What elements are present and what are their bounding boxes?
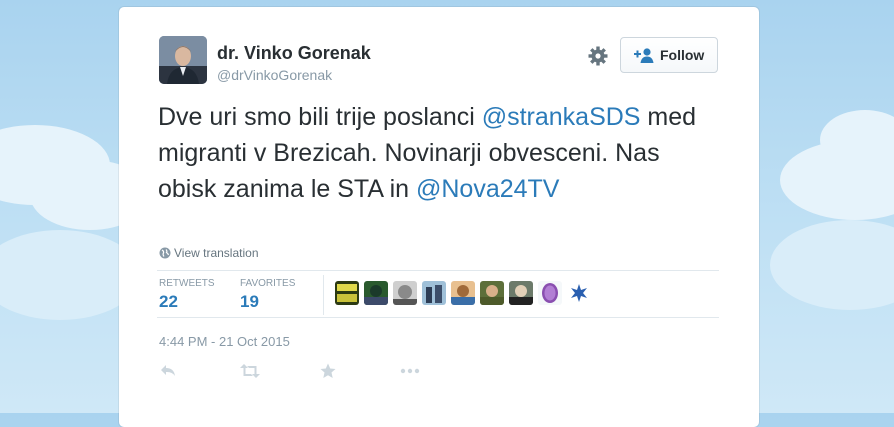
add-user-icon <box>633 47 655 66</box>
mention-link[interactable]: @strankaSDS <box>482 103 641 131</box>
mention-link[interactable]: @Nova24TV <box>416 175 560 203</box>
user-name[interactable]: dr. Vinko Gorenak <box>217 43 371 64</box>
user-handle[interactable]: @drVinkoGorenak <box>217 67 332 83</box>
stats-separator <box>323 275 324 315</box>
favorites-count[interactable]: 19 <box>240 292 259 312</box>
favoriter-avatar[interactable] <box>480 281 504 305</box>
view-translation-link[interactable]: View translation <box>159 246 259 260</box>
gear-icon[interactable] <box>587 45 609 67</box>
favoriter-avatar[interactable] <box>567 281 591 305</box>
favoriter-avatar[interactable] <box>538 281 562 305</box>
favoriter-avatar[interactable] <box>451 281 475 305</box>
favorite-icon[interactable] <box>319 362 337 385</box>
retweets-count[interactable]: 22 <box>159 292 178 312</box>
favoriter-avatar[interactable] <box>364 281 388 305</box>
favoriter-avatar[interactable] <box>335 281 359 305</box>
avatar[interactable] <box>159 36 207 84</box>
stats-bottom-divider <box>157 317 719 318</box>
reply-icon[interactable] <box>159 362 177 385</box>
retweet-icon[interactable] <box>239 362 261 385</box>
stats-top-divider <box>157 270 719 271</box>
tweet-timestamp: 4:44 PM - 21 Oct 2015 <box>159 334 290 349</box>
more-icon[interactable] <box>399 362 421 385</box>
tweet-text-part: Dve uri smo bili trije poslanci <box>158 103 482 131</box>
follow-button[interactable]: Follow <box>620 37 718 73</box>
favorites-label: FAVORITES <box>240 278 296 289</box>
view-translation-label: View translation <box>174 246 259 260</box>
retweets-label: RETWEETS <box>159 278 215 289</box>
tweet-text: Dve uri smo bili trije poslanci @stranka… <box>158 99 718 207</box>
favoriter-avatar[interactable] <box>422 281 446 305</box>
globe-icon <box>159 247 171 259</box>
follow-label: Follow <box>660 47 705 63</box>
tweet-card: dr. Vinko Gorenak @drVinkoGorenak Follow… <box>119 7 759 427</box>
favoriter-avatar[interactable] <box>509 281 533 305</box>
favoriter-avatar[interactable] <box>393 281 417 305</box>
